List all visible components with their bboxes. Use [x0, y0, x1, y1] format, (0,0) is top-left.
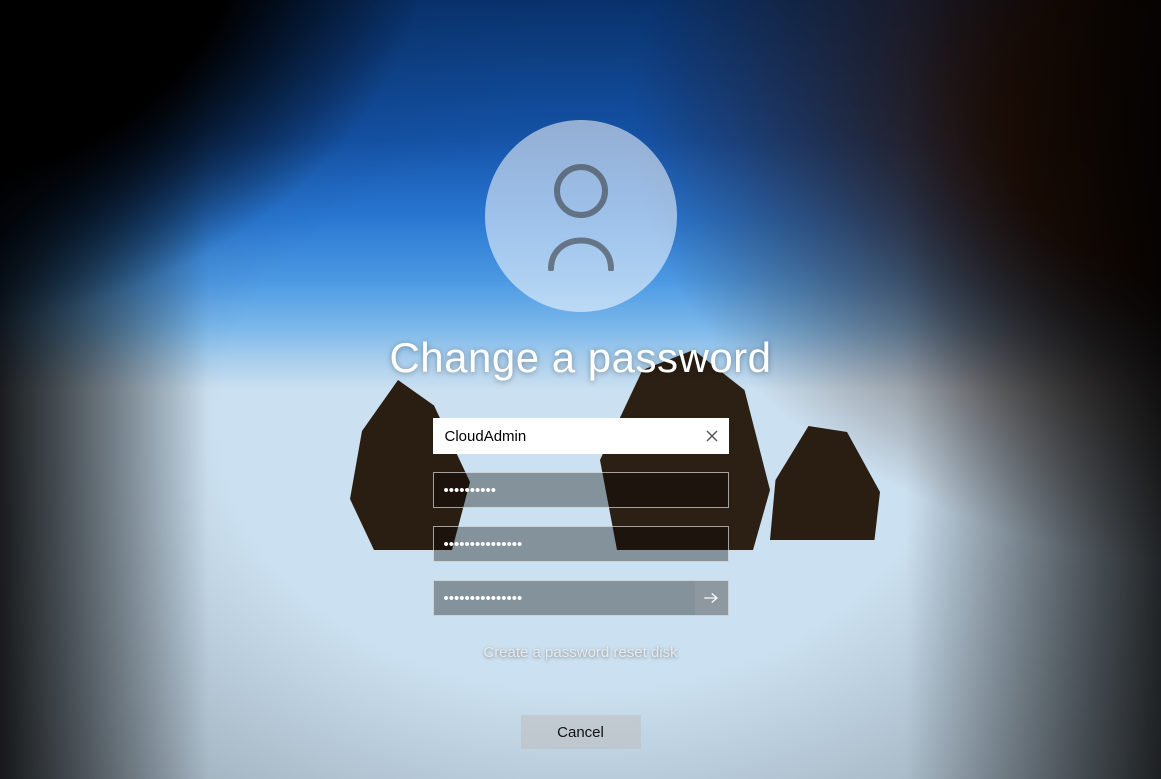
- confirm-password-field-wrapper: [433, 580, 729, 616]
- close-icon: [706, 430, 718, 442]
- user-avatar: [485, 120, 677, 312]
- page-title: Change a password: [389, 334, 771, 382]
- old-password-field-wrapper: [433, 472, 729, 508]
- cancel-button[interactable]: Cancel: [521, 715, 641, 749]
- clear-username-button[interactable]: [695, 418, 729, 454]
- password-reset-disk-link[interactable]: Create a password reset disk: [433, 644, 729, 661]
- change-password-panel: Change a password: [321, 120, 841, 749]
- arrow-right-icon: [702, 589, 720, 607]
- submit-button[interactable]: [695, 580, 729, 616]
- old-password-input[interactable]: [433, 472, 729, 508]
- new-password-field-wrapper: [433, 526, 729, 562]
- new-password-input[interactable]: [433, 526, 729, 562]
- username-field-wrapper: [433, 418, 729, 454]
- confirm-password-input[interactable]: [433, 580, 695, 616]
- username-input[interactable]: [433, 418, 729, 454]
- user-icon: [531, 161, 631, 271]
- change-password-form: Create a password reset disk: [433, 418, 729, 661]
